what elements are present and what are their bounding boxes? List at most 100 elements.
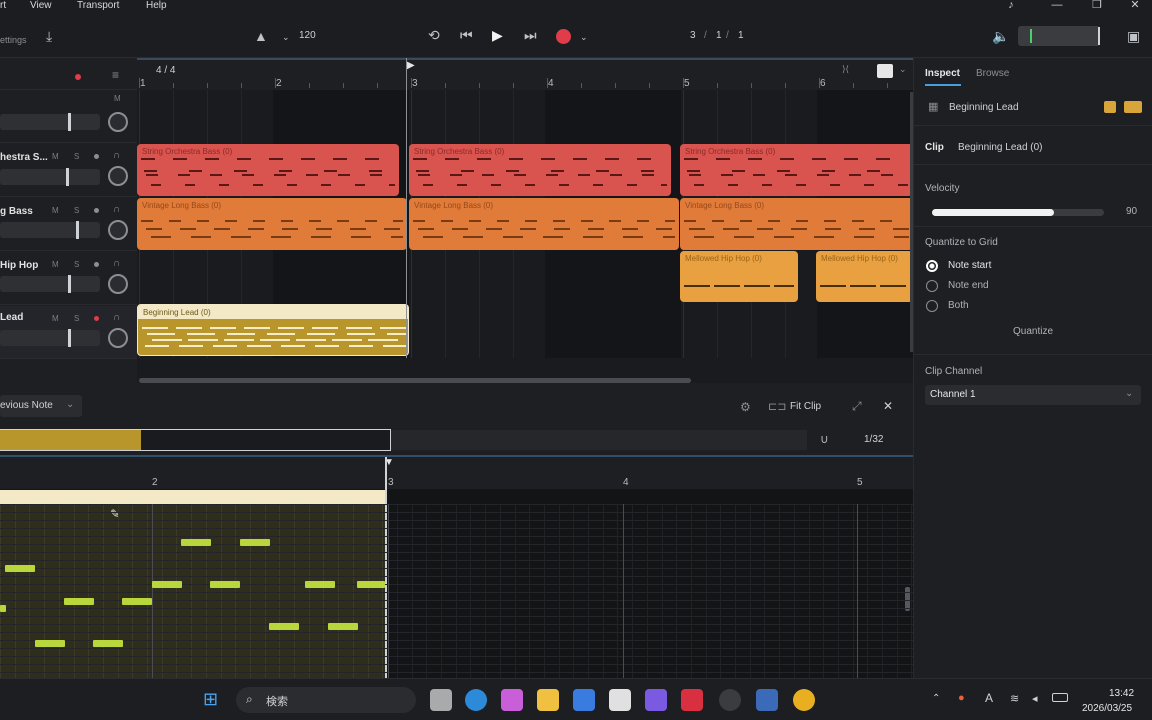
midi-note[interactable] (328, 623, 358, 630)
instrument-icon[interactable] (1124, 101, 1142, 113)
notification-bell-icon[interactable]: ♪ (998, 0, 1024, 12)
snap-toggle-icon[interactable] (877, 64, 893, 78)
menu-item-transport-partial[interactable]: rt (0, 0, 6, 11)
store-icon[interactable] (609, 689, 631, 711)
track-name[interactable]: Lead (0, 312, 23, 323)
pan-knob[interactable] (108, 274, 128, 294)
track-volume-fader[interactable] (0, 169, 100, 185)
loop-icon[interactable]: ⟲ (428, 27, 440, 43)
app-icon[interactable] (645, 689, 667, 711)
solo-button[interactable]: S (74, 260, 79, 269)
time-signature[interactable]: 4 / 4 (156, 65, 175, 76)
magnet-icon[interactable]: ∪ (820, 432, 829, 446)
record-arm-icon[interactable] (94, 316, 99, 321)
fader-thumb[interactable] (68, 329, 71, 347)
midi-note[interactable] (152, 581, 182, 588)
midi-note[interactable] (35, 640, 65, 647)
restore-icon[interactable]: ❐ (1084, 0, 1110, 12)
track-row-bass[interactable]: g Bass M S ∩ (0, 198, 137, 251)
track-row-hiphop[interactable]: Hip Hop M S ∩ (0, 252, 137, 305)
radio-both[interactable] (926, 300, 938, 312)
minimize-icon[interactable]: — (1044, 0, 1070, 12)
fit-width-icon[interactable]: ⟩⟨ (842, 64, 849, 75)
chrome-icon[interactable] (793, 689, 815, 711)
wifi-icon[interactable]: ≋ (1010, 692, 1019, 705)
clip-hiphop[interactable]: Mellowed Hip Hop (0) (816, 251, 913, 302)
pan-knob[interactable] (108, 328, 128, 348)
snap-dropdown-icon[interactable]: ⌄ (899, 64, 907, 75)
clip-bass[interactable]: Vintage Long Bass (0) (680, 198, 913, 250)
close-editor-icon[interactable]: ✕ (883, 399, 893, 413)
app-icon-red[interactable] (681, 689, 703, 711)
skip-back-icon[interactable]: ⏮ (460, 27, 473, 43)
taskbar-search[interactable]: ⌕ 検索 (236, 687, 416, 713)
track-row-lead[interactable]: Lead M S ∩ (0, 306, 137, 359)
clip-name[interactable]: Beginning Lead (0) (958, 142, 1043, 153)
metronome-icon[interactable]: ▲ (254, 28, 268, 44)
clip-strings[interactable]: String Orchestra Bass (0) (409, 144, 671, 196)
mute-button[interactable]: M (52, 260, 59, 269)
track-volume-fader[interactable] (0, 114, 100, 130)
track-row[interactable]: M (0, 90, 137, 143)
copilot-icon[interactable] (501, 689, 523, 711)
headphones-icon[interactable]: ∩ (113, 204, 120, 215)
skip-forward-icon[interactable]: ⏭ (524, 27, 537, 43)
radio-note-end[interactable] (926, 280, 938, 292)
mute-button[interactable]: M (52, 206, 59, 215)
midi-note[interactable] (357, 581, 385, 588)
fit-clip-icon[interactable]: ⊏⊐ (768, 400, 786, 413)
settings-gear-icon[interactable]: ⚙ (740, 400, 751, 414)
mute-button[interactable]: M (52, 314, 59, 323)
solo-button[interactable]: S (74, 152, 79, 161)
settings-label[interactable]: ettings (0, 35, 27, 45)
piano-roll[interactable]: 2 3 4 5 ▼ ✎ (0, 457, 913, 678)
clip-region-header[interactable] (0, 490, 386, 504)
metronome-dropdown-icon[interactable]: ⌄ (282, 29, 290, 45)
menu-item-help[interactable]: Help (146, 0, 167, 11)
fader-thumb[interactable] (66, 168, 69, 186)
tray-chevron-icon[interactable]: ⌃ (932, 693, 940, 704)
channel-select[interactable]: Channel 1 ⌄ (925, 385, 1141, 405)
ime-icon[interactable]: A (985, 691, 993, 705)
midi-note[interactable] (64, 598, 94, 605)
piano-roll-ruler[interactable] (0, 457, 913, 489)
solo-button[interactable]: S (74, 206, 79, 215)
midi-note[interactable] (210, 581, 240, 588)
track-volume-fader[interactable] (0, 276, 100, 292)
headphones-icon[interactable]: ∩ (113, 150, 120, 161)
pan-knob[interactable] (108, 220, 128, 240)
clip-strings[interactable]: String Orchestra Bass (0) (137, 144, 399, 196)
mute-button[interactable]: M (52, 152, 59, 161)
headphones-icon[interactable]: ∩ (113, 312, 120, 323)
midi-note[interactable] (305, 581, 335, 588)
midi-note[interactable] (240, 539, 270, 546)
timeline-ruler[interactable]: 4 / 4 1 2 3 4 5 6 ⟩⟨ ⌄ ▶ (137, 58, 913, 90)
midi-note[interactable] (5, 565, 35, 572)
file-explorer-icon[interactable] (537, 689, 559, 711)
radio-note-start[interactable] (926, 260, 938, 272)
tab-browse[interactable]: Browse (976, 68, 1009, 79)
record-button[interactable] (556, 29, 571, 44)
mute-button[interactable]: M (114, 94, 121, 103)
fader-thumb[interactable] (68, 113, 71, 131)
solo-button[interactable]: S (74, 314, 79, 323)
pan-knob[interactable] (108, 112, 128, 132)
option-note-start[interactable]: Note start (948, 260, 991, 271)
clip-bass[interactable]: Vintage Long Bass (0) (409, 198, 679, 250)
midi-note[interactable] (181, 539, 211, 546)
menu-item-transport[interactable]: Transport (77, 0, 119, 11)
clip-lead[interactable]: Beginning Lead (0) (137, 304, 409, 356)
midi-note[interactable] (122, 598, 152, 605)
track-volume-fader[interactable] (0, 330, 100, 346)
speaker-icon[interactable]: 🔈 (992, 28, 1009, 44)
option-note-end[interactable]: Note end (948, 280, 989, 291)
velocity-slider[interactable] (932, 209, 1104, 216)
inspector-track-name[interactable]: Beginning Lead (949, 102, 1019, 113)
clip-hiphop[interactable]: Mellowed Hip Hop (0) (680, 251, 798, 302)
volume-icon[interactable]: ◂ (1032, 692, 1038, 705)
midi-note[interactable] (269, 623, 299, 630)
clip-bass[interactable]: Vintage Long Bass (0) (137, 198, 407, 250)
track-name[interactable]: g Bass (0, 206, 33, 217)
midi-note[interactable] (0, 605, 6, 612)
expand-icon[interactable]: ⤢ (852, 399, 862, 414)
